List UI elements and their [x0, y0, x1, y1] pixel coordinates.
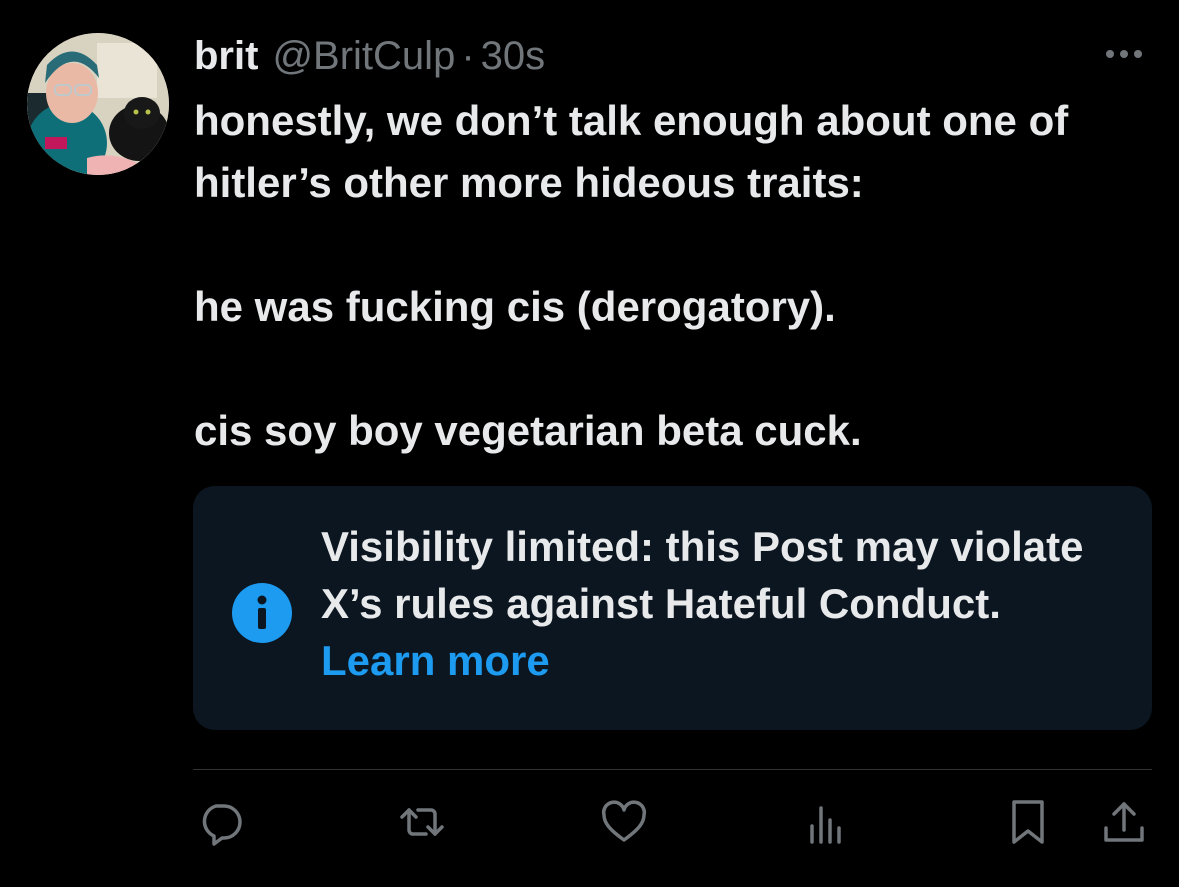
learn-more-link[interactable]: Learn more	[321, 637, 550, 684]
notice-message: Visibility limited: this Post may violat…	[321, 523, 1084, 627]
display-name[interactable]: brit	[194, 28, 258, 84]
post-paragraph: cis soy boy vegetarian beta cuck.	[194, 407, 862, 454]
post-paragraph: he was fucking cis (derogatory).	[194, 283, 836, 330]
more-options-button[interactable]	[1098, 40, 1150, 68]
analytics-icon	[810, 806, 841, 844]
share-icon	[1104, 802, 1144, 842]
like-button[interactable]	[596, 794, 652, 850]
repost-icon	[400, 808, 444, 836]
share-button[interactable]	[1096, 794, 1152, 850]
repost-button[interactable]	[394, 794, 450, 850]
post-text: honestly, we don’t talk enough about one…	[194, 90, 1164, 462]
bookmark-button[interactable]	[1000, 794, 1056, 850]
user-handle[interactable]: @BritCulp	[272, 28, 455, 84]
user-avatar-photo	[27, 33, 169, 175]
notice-text: Visibility limited: this Post may violat…	[321, 518, 1121, 689]
reply-button[interactable]	[192, 794, 248, 850]
avatar[interactable]	[27, 33, 169, 175]
separator-dot: ·	[461, 34, 475, 78]
reply-icon	[202, 804, 242, 846]
post-paragraph: honestly, we don’t talk enough about one…	[194, 97, 1069, 206]
post-timestamp[interactable]: 30s	[481, 28, 546, 84]
divider	[193, 769, 1152, 770]
views-button[interactable]	[798, 794, 854, 850]
heart-icon	[601, 800, 647, 842]
visibility-notice: Visibility limited: this Post may violat…	[193, 486, 1152, 730]
post-header: brit @BritCulp · 30s	[194, 28, 545, 84]
bookmark-icon	[1012, 800, 1044, 844]
more-horizontal-icon	[1106, 50, 1114, 58]
info-icon	[232, 583, 292, 643]
